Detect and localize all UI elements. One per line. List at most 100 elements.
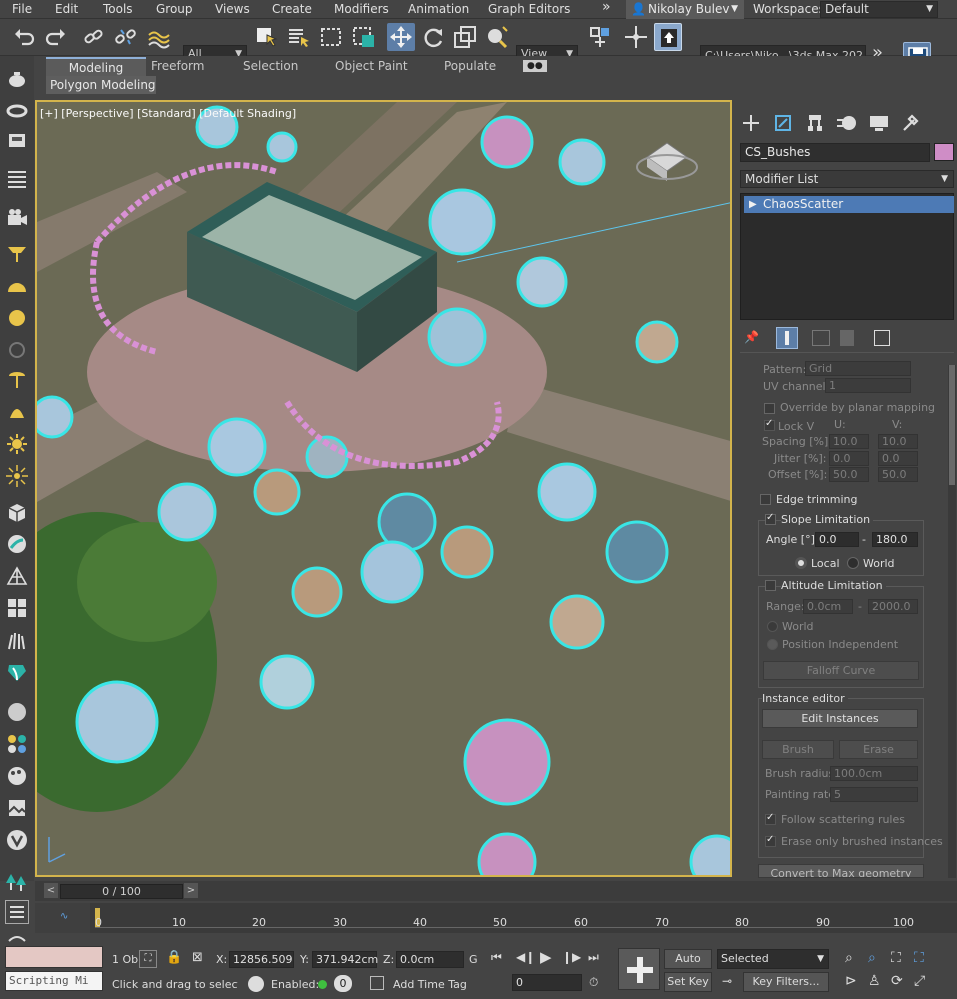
play-icon[interactable]: ▶ [540, 948, 552, 966]
scrollbar-thumb[interactable] [949, 365, 955, 485]
menu-more-chevron[interactable]: » [602, 0, 611, 16]
box-icon[interactable] [5, 128, 29, 152]
pattern-dropdown[interactable]: Grid [805, 361, 911, 376]
menu-animation[interactable]: Animation [408, 1, 469, 18]
perspective-viewport[interactable] [35, 100, 732, 877]
window-crossing-button[interactable] [350, 23, 378, 51]
modify-tab-icon[interactable] [771, 112, 795, 134]
select-and-rotate-button[interactable] [419, 23, 447, 51]
cube-icon[interactable] [5, 501, 29, 525]
torus-icon[interactable] [5, 98, 29, 122]
time-tag-icon[interactable] [370, 976, 384, 990]
flower-icon[interactable] [5, 338, 29, 362]
adaptive-degradation-icon[interactable] [248, 976, 264, 992]
paint-icon[interactable] [5, 764, 29, 788]
override-planar-checkbox[interactable] [764, 403, 775, 414]
image-icon[interactable] [5, 796, 29, 820]
camera-icon[interactable] [5, 206, 29, 230]
object-color-swatch[interactable] [934, 143, 954, 161]
undo-button[interactable] [10, 23, 38, 51]
workspace-dropdown[interactable]: Default ▼ [820, 1, 938, 18]
key-mode-icon[interactable]: ⊸ [722, 974, 732, 988]
spacing-u-spinner[interactable]: 10.0 [829, 434, 869, 449]
range-max-spinner[interactable]: 2000.0 [868, 599, 918, 614]
panel-scrollbar[interactable] [948, 365, 956, 878]
y-coordinate-field[interactable]: 371.942cm [312, 951, 378, 968]
select-object-button[interactable] [253, 23, 281, 51]
select-and-move-button[interactable] [387, 23, 415, 51]
jitter-v-spinner[interactable]: 0.0 [878, 451, 918, 466]
snaps-toggle-button[interactable] [654, 23, 682, 51]
next-key-icon[interactable]: ❙▶ [562, 950, 581, 964]
brush-radius-spinner[interactable]: 100.0cm [830, 766, 918, 781]
z-coordinate-field[interactable]: 0.0cm [396, 951, 464, 968]
isolate-selection-icon[interactable]: ⛶ [139, 950, 157, 968]
angle-min-spinner[interactable]: 0.0 [815, 532, 859, 547]
menu-create[interactable]: Create [272, 1, 312, 18]
dome-light-icon[interactable] [5, 274, 29, 298]
ribbon-tab-modeling[interactable]: Modeling [46, 57, 146, 76]
painting-rate-spinner[interactable]: 5 [830, 787, 918, 802]
menu-views[interactable]: Views [215, 1, 250, 18]
zoom-icon[interactable]: ⌕ [845, 950, 853, 966]
lamp-icon[interactable] [5, 368, 29, 392]
uv-channel-spinner[interactable]: 1 [825, 378, 911, 393]
light-sphere-icon[interactable] [5, 700, 29, 724]
viewport-label[interactable]: [+] [Perspective] [Standard] [Default Sh… [40, 107, 296, 120]
menu-file[interactable]: File [12, 1, 32, 18]
slope-limitation-checkbox[interactable] [765, 512, 776, 525]
track-bar[interactable]: ∿ 0 10 20 30 40 50 60 70 80 90 100 [35, 903, 957, 933]
object-name-input[interactable]: CS_Bushes [740, 143, 930, 162]
sphere-light-icon[interactable] [5, 306, 29, 330]
maxscript-input[interactable]: Scripting Mi [5, 971, 103, 991]
zoom-extents-all-icon[interactable]: ⛶ [914, 950, 924, 966]
rect-selection-region-button[interactable] [317, 23, 345, 51]
walk-through-icon[interactable]: ♙ [868, 973, 881, 989]
edit-instances-button[interactable]: Edit Instances [762, 709, 918, 728]
sky-icon[interactable] [5, 464, 29, 488]
offset-u-spinner[interactable]: 50.0 [829, 467, 869, 482]
ribbon-tab-populate[interactable]: Populate [444, 57, 496, 76]
previous-key-icon[interactable]: ◀❙ [516, 950, 535, 964]
edge-trimming-checkbox[interactable] [760, 494, 771, 505]
curve-editor-icon[interactable]: ∿ [60, 911, 72, 923]
menu-edit[interactable]: Edit [55, 1, 78, 18]
motion-tab-icon[interactable] [835, 112, 859, 134]
add-time-tag-button[interactable]: Add Time Tag [393, 978, 467, 991]
enabled-count-badge[interactable]: 0 [334, 975, 352, 992]
modifier-list-dropdown[interactable]: Modifier List ▼ [740, 170, 954, 188]
auto-key-button[interactable]: Auto Key [664, 949, 712, 983]
time-slider[interactable]: 0 / 100 [60, 884, 183, 899]
hierarchy-tab-icon[interactable] [803, 112, 827, 134]
altitude-limitation-checkbox[interactable] [765, 580, 776, 591]
next-frame-button[interactable]: > [184, 883, 198, 898]
go-to-end-icon[interactable]: ⏭ [588, 950, 599, 965]
menu-graph-editors[interactable]: Graph Editors [488, 1, 570, 18]
ribbon-options-icon[interactable]: ●● [523, 60, 547, 72]
erase-brushed-checkbox[interactable] [765, 834, 776, 847]
track-ruler[interactable]: 0 10 20 30 40 50 60 70 80 90 100 [95, 903, 914, 933]
menu-modifiers[interactable]: Modifiers [334, 1, 389, 18]
go-to-start-icon[interactable]: ⏮ [491, 950, 502, 965]
select-manipulate-button[interactable] [622, 23, 650, 51]
jitter-u-spinner[interactable]: 0.0 [829, 451, 869, 466]
world-radio[interactable] [847, 557, 859, 569]
key-filters-button[interactable]: Key Filters... [743, 972, 829, 992]
spotlight-icon[interactable] [5, 242, 29, 266]
current-frame-field[interactable]: 0 [512, 974, 582, 991]
offset-v-spinner[interactable]: 50.0 [878, 467, 918, 482]
create-tab-icon[interactable] [739, 112, 763, 134]
collapse-icon[interactable] [5, 932, 29, 942]
ribbon-tab-freeform[interactable]: Freeform [151, 57, 204, 76]
display-tab-icon[interactable] [867, 112, 891, 134]
position-independent-radio[interactable] [767, 639, 778, 650]
set-key-button[interactable]: Set Key [664, 972, 712, 992]
maxscript-listener[interactable] [5, 946, 103, 968]
show-end-result-button[interactable] [776, 327, 798, 349]
layer-explorer-icon[interactable] [5, 900, 29, 924]
sun-icon[interactable] [5, 432, 29, 456]
modifier-stack[interactable]: ▶ ChaosScatter [740, 193, 954, 320]
time-config-icon[interactable]: ⏱ [589, 975, 598, 990]
falloff-curve-button[interactable]: Falloff Curve [763, 661, 919, 680]
configure-modifier-sets-icon[interactable] [874, 330, 890, 346]
